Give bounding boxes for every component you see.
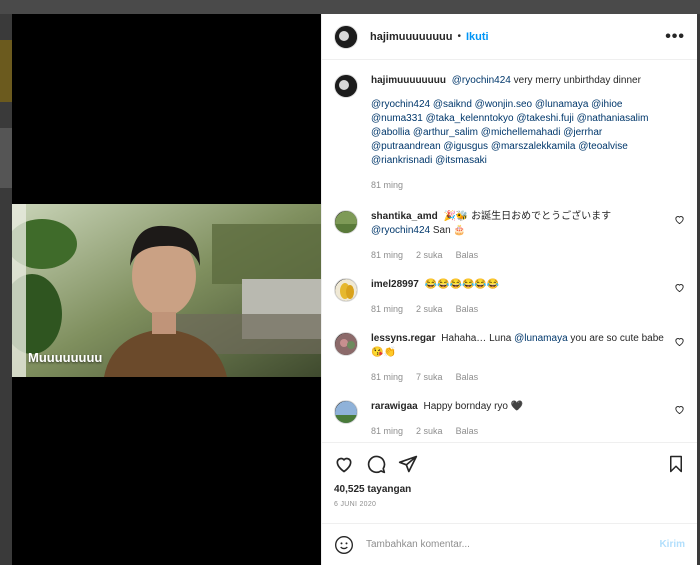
commenter-avatar[interactable] [334, 400, 358, 424]
comment-text: Happy bornday ryo 🖤 [423, 401, 524, 412]
comment-username[interactable]: lessyns.regar [371, 333, 436, 344]
post-actions: 40,525 tayangan 6 JUNI 2020 [322, 442, 697, 508]
caption-meta: 81 ming [371, 178, 671, 192]
comment-meta: 81 ming 2 suka Balas [371, 302, 671, 316]
post-media[interactable]: Muuuuuuuu [12, 14, 321, 565]
like-comment-heart-icon[interactable] [674, 404, 685, 415]
comment-username[interactable]: shantika_amd [371, 211, 438, 222]
comment-time: 81 ming [371, 250, 404, 260]
like-comment-heart-icon[interactable] [674, 282, 685, 293]
comment-text: 😂😂😂😂😂😂 [424, 279, 500, 290]
author-avatar[interactable] [334, 24, 358, 49]
comment-body: imel28997 😂😂😂😂😂😂 81 ming 2 suka Balas [371, 278, 671, 316]
video-overlay-text: Muuuuuuuu [28, 350, 103, 365]
comment-item: shantika_amd 🎉🐝 お誕生日おめでとうございます @ryochin4… [334, 210, 685, 262]
comment-text: Hahaha… Luna [441, 333, 515, 344]
caption-mention[interactable]: @ryochin424 [452, 75, 511, 86]
action-icons [334, 453, 685, 475]
caption-body: hajimuuuuuuuu @ryochin424 very merry unb… [371, 74, 671, 192]
comments-list[interactable]: hajimuuuuuuuu @ryochin424 very merry unb… [322, 60, 697, 442]
comment-time: 81 ming [371, 304, 404, 314]
emoji-picker-icon[interactable] [334, 535, 354, 555]
background-thumbnail [0, 40, 12, 102]
video-player[interactable]: Muuuuuuuu [12, 204, 321, 377]
commenter-avatar[interactable] [334, 210, 358, 234]
comment-likes[interactable]: 7 suka [416, 370, 443, 384]
commenter-avatar[interactable] [334, 332, 358, 356]
like-heart-icon[interactable] [334, 454, 354, 474]
reply-button[interactable]: Balas [456, 424, 479, 438]
share-send-icon[interactable] [398, 454, 418, 474]
comment-meta: 81 ming 7 suka Balas [371, 370, 671, 384]
reply-button[interactable]: Balas [456, 302, 479, 316]
comment-text-tail: San 🎂 [430, 225, 466, 236]
author-username[interactable]: hajimuuuuuuuu [370, 31, 452, 43]
comment-body: lessyns.regar Hahaha… Luna @lunamaya you… [371, 332, 671, 384]
comment-meta: 81 ming 2 suka Balas [371, 424, 671, 438]
background-topbar [0, 0, 700, 14]
comment-body: rarawigaa Happy bornday ryo 🖤 81 ming 2 … [371, 400, 671, 438]
background-thumbnail [0, 128, 12, 188]
comment-bubble-icon[interactable] [366, 454, 386, 474]
comment-time: 81 ming [371, 426, 404, 436]
comment-meta: 81 ming 2 suka Balas [371, 248, 671, 262]
caption-time: 81 ming [371, 180, 404, 190]
comment-body: shantika_amd 🎉🐝 お誕生日おめでとうございます @ryochin4… [371, 210, 671, 262]
post-header: hajimuuuuuuuu • Ikuti ••• [322, 14, 697, 60]
caption-text: very merry unbirthday dinner [510, 75, 641, 86]
comment-likes[interactable]: 2 suka [416, 424, 443, 438]
caption: hajimuuuuuuuu @ryochin424 very merry unb… [334, 74, 685, 192]
like-comment-heart-icon[interactable] [674, 336, 685, 347]
comment-username[interactable]: rarawigaa [371, 401, 418, 412]
more-options-icon[interactable]: ••• [665, 28, 685, 46]
like-comment-heart-icon[interactable] [674, 214, 685, 225]
comment-text: 🎉🐝 お誕生日おめでとうございます [443, 211, 612, 222]
commenter-avatar[interactable] [334, 278, 358, 302]
save-bookmark-icon[interactable] [667, 454, 685, 474]
comment-compose: Kirim [322, 523, 697, 565]
reply-button[interactable]: Balas [456, 370, 479, 384]
post-comment-button[interactable]: Kirim [659, 539, 685, 550]
view-count[interactable]: 40,525 tayangan [334, 484, 685, 495]
comment-likes[interactable]: 2 suka [416, 248, 443, 262]
comment-mention[interactable]: @lunamaya [514, 333, 568, 344]
reply-button[interactable]: Balas [456, 248, 479, 262]
caption-username[interactable]: hajimuuuuuuuu [371, 75, 446, 86]
comment-mention[interactable]: @ryochin424 [371, 225, 430, 236]
author-avatar[interactable] [334, 74, 358, 98]
comment-time: 81 ming [371, 372, 404, 382]
comment-username[interactable]: imel28997 [371, 279, 419, 290]
comment-item: rarawigaa Happy bornday ryo 🖤 81 ming 2 … [334, 400, 685, 438]
post-date: 6 JUNI 2020 [334, 501, 377, 508]
comment-input[interactable] [366, 539, 660, 550]
follow-button[interactable]: Ikuti [466, 31, 489, 43]
post-modal: Muuuuuuuu hajimuuuuuuuu • Ikuti ••• haji… [12, 14, 697, 565]
post-side-panel: hajimuuuuuuuu • Ikuti ••• hajimuuuuuuuu … [321, 14, 697, 565]
comment-likes[interactable]: 2 suka [416, 302, 443, 316]
separator-dot: • [457, 31, 461, 42]
comment-item: lessyns.regar Hahaha… Luna @lunamaya you… [334, 332, 685, 384]
caption-tags[interactable]: @ryochin424 @saiknd @wonjin.seo @lunamay… [371, 98, 671, 168]
comment-item: imel28997 😂😂😂😂😂😂 81 ming 2 suka Balas [334, 278, 685, 316]
